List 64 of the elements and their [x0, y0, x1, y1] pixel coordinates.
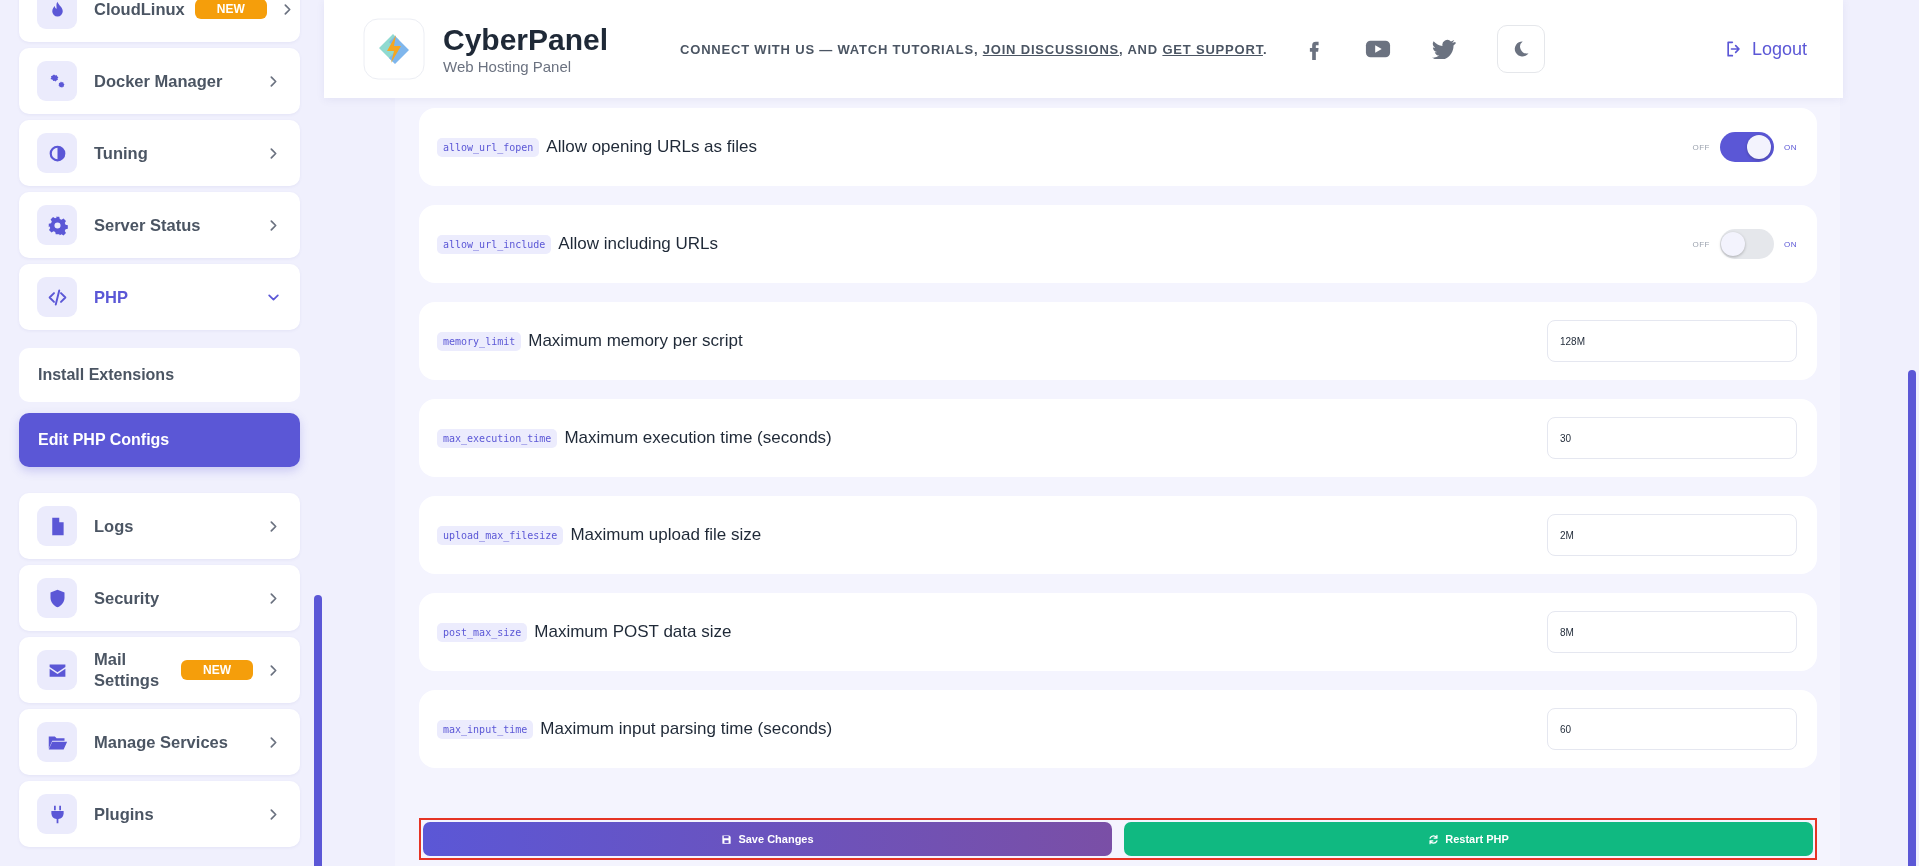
setting-label: Allow opening URLs as files — [546, 137, 758, 157]
new-badge: NEW — [181, 660, 253, 680]
sidebar-item[interactable]: PHP — [19, 264, 300, 330]
dark-mode-button[interactable] — [1497, 25, 1546, 73]
setting-code: memory_limit — [437, 331, 522, 351]
sidebar-item[interactable]: Manage Services — [19, 709, 300, 775]
input-field[interactable]: 30 — [1547, 417, 1797, 459]
scrollbar[interactable] — [314, 595, 322, 866]
sidebar-label: Manage Services — [94, 731, 229, 753]
video-play-icon[interactable] — [1365, 39, 1392, 59]
input-field[interactable]: 128M — [1547, 320, 1797, 362]
setting-label: Maximum upload file size — [570, 525, 762, 545]
connect-text: CONNECT WITH US — WATCH TUTORIALS, JOIN DISCUSSIONS, AND GET SUPPORT. — [680, 41, 1268, 57]
sidebar-label: Server Status — [94, 214, 202, 236]
setting-code: allow_url_fopen — [437, 137, 540, 157]
sidebar-item[interactable]: Mail Settings NEW — [19, 637, 300, 703]
setting-code: post_max_size — [437, 622, 528, 642]
support-link[interactable]: GET SUPPORT — [1162, 41, 1263, 57]
setting-label: Allow including URLs — [558, 234, 719, 254]
gear-icon — [46, 214, 68, 236]
sidebar-item[interactable]: Plugins — [19, 781, 300, 847]
off-label: OFF — [1692, 142, 1710, 152]
sidebar-item[interactable]: Logs — [19, 493, 300, 559]
setting-label: Maximum execution time (seconds) — [564, 428, 832, 448]
input-field[interactable]: 8M — [1547, 611, 1797, 653]
input-field[interactable]: 60 — [1547, 708, 1797, 750]
discussions-link[interactable]: JOIN DISCUSSIONS — [982, 41, 1120, 57]
setting-label: Maximum POST data size — [534, 622, 732, 642]
sidebar-item[interactable]: Server Status — [19, 192, 300, 258]
sidebar-item[interactable]: Tuning — [19, 120, 300, 186]
toggle-switch[interactable] — [1720, 229, 1774, 259]
submenu-item[interactable]: Edit PHP Configs — [19, 413, 300, 467]
input-field[interactable]: 2M — [1547, 514, 1797, 556]
sidebar-label: CloudLinux — [94, 0, 185, 20]
off-label: OFF — [1692, 239, 1710, 249]
setting-label: Maximum input parsing time (seconds) — [540, 719, 833, 739]
scrollbar[interactable] — [1908, 370, 1916, 866]
brand-tagline: Web Hosting Panel — [443, 58, 573, 75]
refresh-icon — [1428, 833, 1440, 845]
setting-code: allow_url_include — [437, 234, 552, 254]
sidebar-label: PHP — [94, 286, 129, 308]
on-label: ON — [1784, 239, 1797, 249]
logo-icon — [363, 18, 425, 80]
sidebar-label: Plugins — [94, 803, 155, 825]
setting-code: max_input_time — [437, 719, 534, 739]
sidebar-item[interactable]: Docker Manager — [19, 48, 300, 114]
setting-label: Maximum memory per script — [528, 331, 743, 351]
logout-link[interactable]: Logout — [1723, 38, 1807, 60]
toggle-switch[interactable] — [1720, 132, 1774, 162]
bird-icon[interactable] — [1431, 39, 1458, 59]
action-button[interactable]: Save Changes — [423, 822, 1112, 856]
sidebar-label: Docker Manager — [94, 70, 224, 92]
brand-title: CyberPanel — [443, 23, 609, 56]
sidebar-label: Security — [94, 587, 161, 609]
submenu-item[interactable]: Install Extensions — [19, 348, 300, 402]
on-label: ON — [1784, 142, 1797, 152]
sidebar-item[interactable]: CloudLinux NEW — [19, 0, 300, 42]
sidebar-label: Mail Settings — [94, 649, 160, 691]
sidebar-label: Logs — [94, 515, 135, 537]
sidebar-item[interactable]: Security — [19, 565, 300, 631]
setting-code: upload_max_filesize — [437, 525, 564, 545]
new-badge: NEW — [194, 0, 267, 19]
setting-code: max_execution_time — [437, 428, 558, 448]
sidebar-label: Tuning — [94, 142, 149, 164]
